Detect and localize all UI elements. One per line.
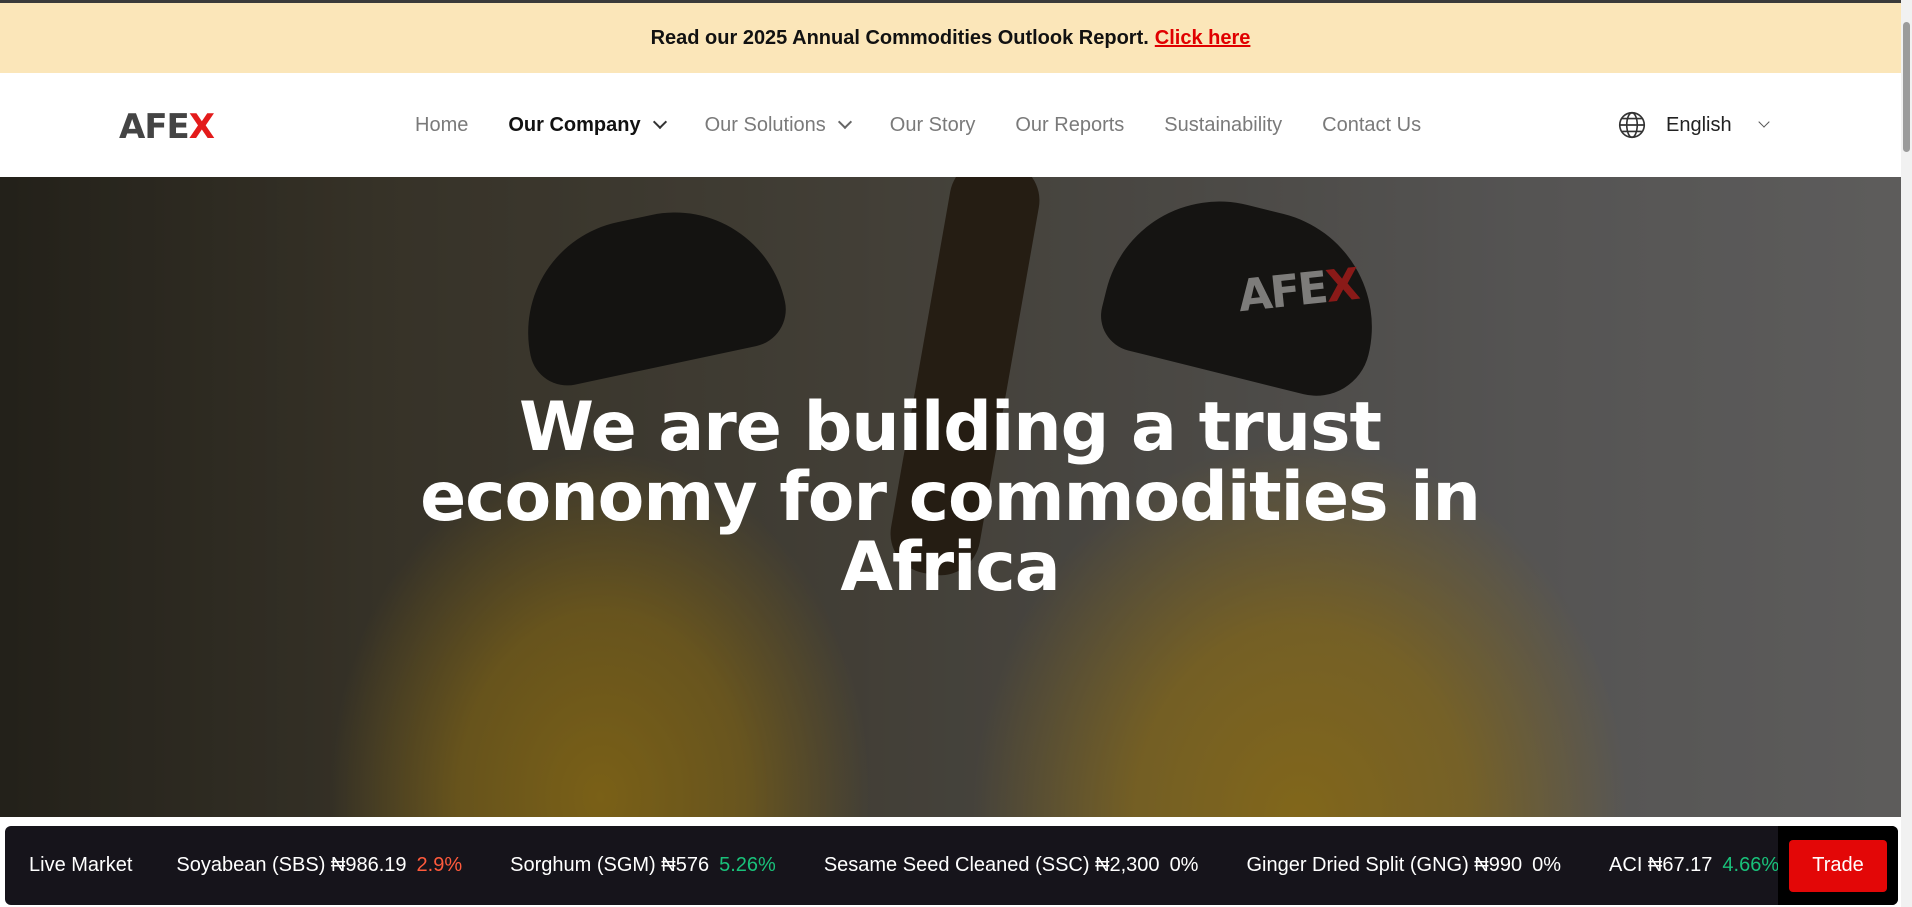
- logo-accent: X: [188, 107, 215, 147]
- site-header: AFEX Home Our Company Our Solutions Our …: [0, 73, 1901, 177]
- ticker-item-change: 0%: [1532, 854, 1562, 876]
- nav-item-label: Home: [415, 113, 469, 136]
- ticker-item-name: Sesame Seed Cleaned (SSC) ₦2,300: [823, 854, 1160, 876]
- banner-link[interactable]: Click here: [1155, 27, 1251, 50]
- ticker-item-change: 5.26%: [719, 854, 776, 876]
- ticker-item-name: Sorghum (SGM) ₦576: [510, 854, 710, 876]
- globe-icon: [1618, 111, 1646, 139]
- nav-item-our-reports[interactable]: Our Reports: [1015, 114, 1124, 137]
- nav-item-our-company[interactable]: Our Company: [508, 113, 667, 137]
- ticker-item-change: 4.66%: [1722, 854, 1780, 876]
- nav-item-label: Our Solutions: [704, 113, 826, 136]
- nav-item-label: Our Reports: [1015, 113, 1125, 136]
- nav-item-label: Contact Us: [1322, 113, 1422, 136]
- ticker-label: Live Market: [29, 854, 133, 876]
- ticker-item: Ginger Dried Split (GNG) ₦990 0%: [1246, 854, 1561, 877]
- ticker-item: ACI ₦67.17 4.66%: [1609, 854, 1779, 877]
- nav-item-label: Our Company: [508, 113, 641, 136]
- chevron-down-icon: [652, 114, 667, 130]
- ticker-item-name: Ginger Dried Split (GNG) ₦990: [1246, 854, 1523, 876]
- live-market-ticker: Live Market Soyabean (SBS) ₦986.19 2.9% So…: [5, 826, 1898, 905]
- nav-item-label: Sustainability: [1164, 113, 1283, 136]
- ticker-items: Soyabean (SBS) ₦986.19 2.9% Sorghum (SGM) …: [176, 854, 1894, 877]
- nav-item-our-solutions[interactable]: Our Solutions: [704, 113, 852, 137]
- ticker-item: Sesame Seed Cleaned (SSC) ₦2,300 0%: [824, 854, 1199, 877]
- ticker-item: Soyabean (SBS) ₦986.19 2.9%: [176, 854, 462, 877]
- ticker-item-change: 0%: [1169, 854, 1199, 876]
- trade-button-wrap: Trade: [1778, 826, 1898, 905]
- ticker-item: Sorghum (SGM) ₦576 5.26%: [510, 854, 776, 877]
- trade-button[interactable]: Trade: [1789, 839, 1887, 892]
- chevron-down-icon: [1757, 116, 1770, 128]
- nav-item-our-story[interactable]: Our Story: [890, 114, 976, 137]
- ticker-item-name: Soyabean (SBS) ₦986.19: [176, 854, 407, 876]
- language-label: English: [1666, 113, 1732, 136]
- hero-title: We are building a trust economy for comm…: [420, 388, 1481, 607]
- ticker-item-change: 2.9%: [416, 854, 463, 876]
- nav-item-home[interactable]: Home: [415, 114, 468, 137]
- language-selector[interactable]: English: [1618, 73, 1770, 177]
- ticker-item-name: ACI ₦67.17: [1609, 854, 1713, 876]
- chevron-down-icon: [837, 114, 852, 130]
- logo-main: AFE: [119, 107, 190, 147]
- nav-item-sustainability[interactable]: Sustainability: [1164, 114, 1282, 137]
- hero-section: AFEX We are building a trust economy for…: [0, 177, 1901, 817]
- afex-logo[interactable]: AFEX: [119, 107, 215, 147]
- nav-item-label: Our Story: [889, 113, 976, 136]
- announcement-banner: Read our 2025 Annual Commodities Outlook…: [0, 3, 1901, 73]
- banner-text: Read our 2025 Annual Commodities Outlook…: [650, 26, 1149, 49]
- nav-item-contact-us[interactable]: Contact Us: [1322, 114, 1421, 137]
- main-nav: Home Our Company Our Solutions Our Story…: [415, 73, 1461, 177]
- scrollbar-thumb[interactable]: [1903, 22, 1910, 152]
